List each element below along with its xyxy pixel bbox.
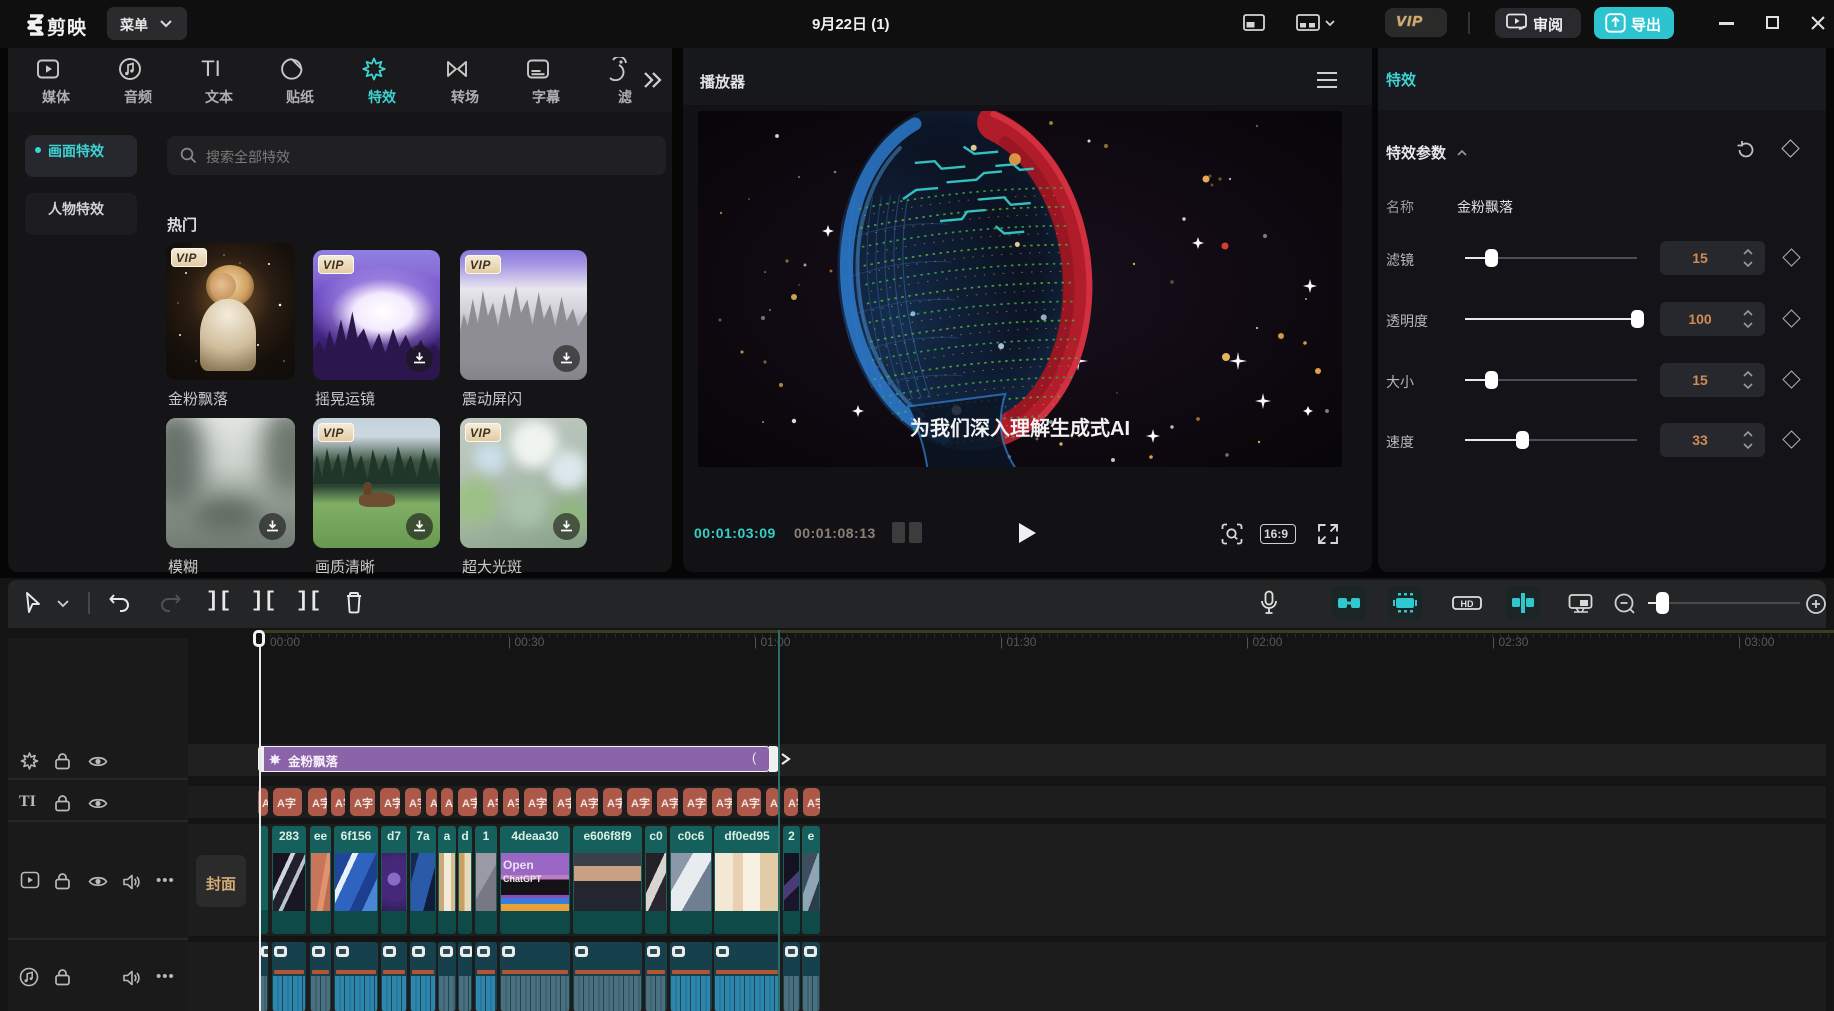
svg-text:TI: TI: [201, 57, 221, 81]
svg-text:为我们深入理解生成式AI: 为我们深入理解生成式AI: [910, 416, 1130, 440]
svg-text:HD: HD: [1461, 599, 1474, 609]
